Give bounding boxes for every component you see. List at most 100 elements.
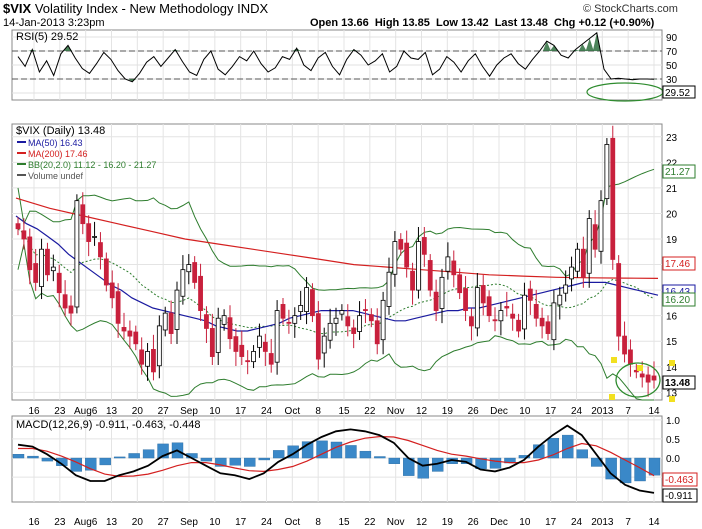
macd-tick-label: 0.0 — [666, 454, 680, 465]
x-tick-label: 13 — [106, 517, 118, 528]
candle-body — [410, 270, 415, 291]
price-panel-title: $VIX (Daily) 13.48 — [16, 125, 105, 137]
macd-value-tag: -0.911 — [665, 491, 693, 502]
candle-body — [209, 328, 215, 357]
yellow-marker — [611, 357, 617, 363]
candle-body — [27, 236, 33, 271]
candle-body — [109, 282, 115, 299]
candle-body — [575, 248, 580, 272]
price-value-tag: 13.48 — [665, 378, 690, 389]
candle-body — [551, 302, 557, 341]
candle-body — [469, 316, 474, 327]
macd-histogram-bar — [489, 457, 502, 469]
candle-body — [604, 144, 610, 200]
x-tick-label: 17 — [235, 406, 247, 417]
candle-body — [245, 360, 251, 363]
x-tick-label: Sep — [180, 517, 198, 528]
candle-body — [45, 248, 50, 276]
candle-body — [304, 287, 309, 312]
candle-body — [645, 374, 651, 383]
macd-histogram-bar — [388, 457, 401, 464]
macd-histogram-bar — [27, 455, 39, 459]
candle-body — [592, 224, 598, 250]
macd-histogram-bar — [576, 449, 588, 459]
x-tick-label: 10 — [519, 406, 531, 417]
candle-body — [622, 335, 627, 355]
macd-histogram-bar — [374, 456, 386, 459]
x-tick-label: 8 — [315, 406, 321, 417]
x-tick-label: 23 — [54, 406, 66, 417]
rsi-label: RSI(5) 29.52 — [16, 31, 78, 43]
candle-body — [474, 287, 480, 329]
candle-body — [251, 351, 256, 363]
x-tick-label: 16 — [28, 517, 40, 528]
candle-body — [80, 204, 86, 225]
x-tick-label: 2013 — [591, 517, 614, 528]
x-tick-label: 12 — [416, 517, 428, 528]
candle-body — [198, 275, 203, 311]
candle-body — [327, 322, 333, 341]
candle-body — [127, 330, 133, 337]
candle-body — [192, 262, 198, 283]
x-tick-label: 17 — [235, 517, 247, 528]
x-tick-label: 2013 — [591, 406, 614, 417]
candle-body — [421, 237, 427, 255]
candle-body — [221, 315, 227, 325]
x-tick-label: 19 — [442, 406, 454, 417]
x-tick-label: Nov — [387, 406, 405, 417]
x-tick-label: 10 — [209, 517, 221, 528]
candle-body — [480, 285, 486, 304]
candle-body — [310, 289, 315, 317]
candle-body — [186, 264, 192, 273]
x-tick-label: 20 — [132, 406, 144, 417]
candle-body — [380, 299, 386, 341]
candle-body — [557, 294, 563, 306]
candle-body — [486, 296, 492, 317]
rsi-tick-label: 90 — [666, 33, 678, 44]
yellow-marker — [669, 360, 675, 366]
candle-body — [133, 331, 139, 345]
candle-body — [527, 288, 533, 301]
x-tick-label: Aug6 — [74, 517, 98, 528]
macd-histogram-bar — [99, 457, 111, 466]
macd-histogram-bar — [330, 441, 343, 459]
candle-body — [257, 335, 262, 348]
rsi-tick-label: 50 — [666, 61, 678, 72]
x-tick-label: 17 — [545, 517, 557, 528]
price-tick-label: 21 — [666, 184, 678, 195]
x-tick-label: 8 — [315, 517, 321, 528]
x-tick-label: Dec — [490, 517, 508, 528]
rsi-value-tag: 29.52 — [665, 88, 690, 99]
candle-body — [121, 327, 127, 332]
candle-body — [292, 315, 298, 324]
x-tick-label: 22 — [364, 406, 376, 417]
candle-body — [457, 274, 463, 294]
macd-histogram-bar — [128, 453, 140, 459]
macd-histogram-bar — [359, 450, 372, 459]
macd-histogram-bar — [41, 457, 54, 462]
candle-body — [398, 239, 404, 250]
x-tick-label: 27 — [158, 517, 170, 528]
candle-body — [569, 266, 574, 280]
candle-body — [339, 310, 345, 315]
candle-body — [433, 291, 439, 311]
candle-body — [522, 294, 527, 330]
x-tick-label: 16 — [28, 406, 40, 417]
candle-body — [351, 327, 357, 334]
candle-body — [580, 248, 586, 278]
candle-body — [74, 200, 80, 308]
chart-svg: 16 16 23 23 Aug6 Aug6 13 13 20 20 27 27 Sep Sep 10 10 17… — [11, 29, 698, 528]
candle-body — [427, 260, 433, 291]
candle-body — [563, 284, 569, 294]
x-tick-label: Oct — [285, 517, 301, 528]
candle-body — [33, 263, 39, 283]
candle-body — [239, 344, 245, 357]
candle-body — [392, 241, 398, 275]
candle-body — [298, 305, 304, 312]
candle-body — [145, 351, 150, 367]
candle-body — [98, 242, 103, 258]
macd-histogram-bar — [258, 457, 270, 461]
candle-body — [404, 242, 410, 268]
candle-body — [227, 317, 233, 340]
candle-body — [115, 291, 121, 324]
